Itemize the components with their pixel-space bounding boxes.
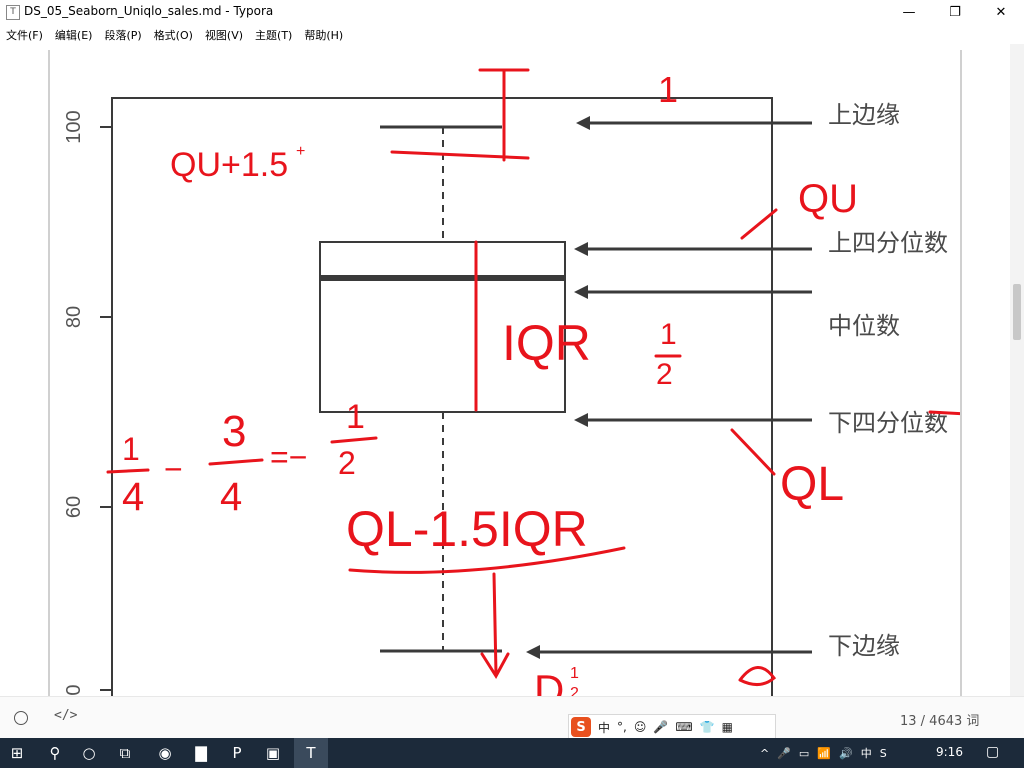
ink-half-num: 1 <box>660 318 677 351</box>
ime-emoji-icon[interactable]: ☺ <box>634 720 647 734</box>
input-language-indicator[interactable]: 中 <box>861 745 872 761</box>
vertical-scrollbar[interactable] <box>1010 44 1024 696</box>
ink-ql-formula: QL-1.5IQR <box>346 501 588 557</box>
plot-frame <box>111 97 773 696</box>
ink-frac-b-den: 4 <box>220 475 242 519</box>
menu-view[interactable]: 视图(V) <box>199 24 249 44</box>
task-view-icon[interactable]: ⧉ <box>110 738 140 768</box>
ink-ql-tick <box>730 428 776 476</box>
y-tick-label: 60 <box>63 496 85 518</box>
ime-keyboard-icon[interactable]: ⌨ <box>675 720 692 734</box>
microphone-icon[interactable]: 🎤 <box>777 747 791 760</box>
file-explorer-icon[interactable]: ▇ <box>186 738 216 768</box>
ime-toolbar: S 中 °, ☺ 🎤 ⌨ 👕 ▦ <box>568 714 776 740</box>
arrowhead <box>574 242 588 256</box>
ime-punctuation-icon[interactable]: °, <box>617 720 627 734</box>
ink-zero-circle <box>738 666 777 686</box>
ink-plus: + <box>296 143 305 160</box>
word-count[interactable]: 13 / 4643 词 <box>900 710 979 729</box>
start-icon[interactable]: ⊞ <box>0 738 34 768</box>
menu-theme[interactable]: 主题(T) <box>249 24 298 44</box>
notification-icon[interactable]: ▢ <box>986 744 999 760</box>
y-tick-label: 0 <box>63 684 85 695</box>
menu-file[interactable]: 文件(F) <box>0 24 49 44</box>
sogou-tray-icon[interactable]: S <box>880 747 887 760</box>
ink-small-frac-den: 2 <box>570 685 579 696</box>
arrowhead <box>574 413 588 427</box>
ink-half-den: 2 <box>656 358 673 391</box>
ink-frac-a-num: 1 <box>122 431 140 467</box>
ink-iqr: IQR <box>502 315 591 371</box>
ink-frac-c-bar <box>330 436 378 444</box>
menu-bar: 文件(F) 编辑(E) 段落(P) 格式(O) 视图(V) 主题(T) 帮助(H… <box>0 24 1024 44</box>
ink-qu-tick <box>740 208 778 240</box>
ink-frac-a-den: 4 <box>122 475 144 519</box>
windows-taskbar: ⊞ ⚲ ○ ⧉ ◉ ▇ P ▣ T ^ 🎤 ▭ 📶 🔊 中 S 9:16 ▢ <box>0 738 1024 768</box>
chrome-icon[interactable]: ◉ <box>150 738 180 768</box>
scrollbar-thumb[interactable] <box>1013 284 1021 340</box>
ink-frac-a-bar <box>106 468 150 474</box>
ink-qu: QU <box>798 177 858 221</box>
ink-minus: − <box>164 451 183 487</box>
boxplot-figure: 100 80 60 0 上边缘 上四分位数 中位数 下四分位数 下边缘 QU+1… <box>48 50 962 696</box>
label-median: 中位数 <box>828 312 900 340</box>
ink-one-top: 1 <box>658 69 678 110</box>
menu-help[interactable]: 帮助(H) <box>298 24 349 44</box>
search-icon[interactable]: ⚲ <box>40 738 70 768</box>
menu-edit[interactable]: 编辑(E) <box>49 24 99 44</box>
ink-zero-letter: D <box>534 666 564 696</box>
y-tick-label: 80 <box>63 306 85 328</box>
ink-ql: QL <box>780 458 844 511</box>
tray-expand-icon[interactable]: ^ <box>760 747 769 760</box>
clock[interactable]: 9:16 <box>936 745 963 759</box>
y-tick-label: 100 <box>63 110 85 143</box>
label-upper-edge: 上边缘 <box>828 101 900 129</box>
ink-equals: =− <box>270 439 307 475</box>
ink-frac-c-den: 2 <box>338 445 356 481</box>
source-mode-toggle[interactable]: </> <box>54 708 77 723</box>
ink-down-arrow <box>480 572 510 679</box>
cortana-icon[interactable]: ○ <box>74 738 104 768</box>
typora-taskbar-icon[interactable]: T <box>294 738 328 768</box>
ink-frac-b-num: 3 <box>222 407 246 456</box>
label-upper-quartile: 上四分位数 <box>828 229 948 257</box>
maximize-button[interactable]: ❐ <box>932 0 978 24</box>
menu-format[interactable]: 格式(O) <box>148 24 199 44</box>
status-bar: </> 13 / 4643 词 <box>0 696 1024 739</box>
menu-paragraph[interactable]: 段落(P) <box>98 24 147 44</box>
network-icon[interactable]: 📶 <box>817 747 831 760</box>
arrowhead <box>526 645 540 659</box>
ime-toolbox-icon[interactable]: ▦ <box>722 720 733 734</box>
window-title: DS_05_Seaborn_Uniqlo_sales.md - Typora <box>24 4 274 18</box>
sidebar-toggle-icon[interactable] <box>14 711 28 725</box>
system-tray: ^ 🎤 ▭ 📶 🔊 中 S <box>752 738 887 768</box>
ink-small-frac-num: 1 <box>570 665 579 682</box>
volume-icon[interactable]: 🔊 <box>839 747 853 760</box>
ime-voice-icon[interactable]: 🎤 <box>653 720 668 734</box>
screen-capture-icon[interactable]: ▣ <box>258 738 288 768</box>
title-bar: T DS_05_Seaborn_Uniqlo_sales.md - Typora… <box>0 0 1024 24</box>
arrowhead <box>574 285 588 299</box>
ink-bracket-top <box>390 68 530 162</box>
ink-qu-plus: QU+1.5 <box>170 146 288 184</box>
ink-frac-b-bar <box>208 458 264 466</box>
ink-frac-c-num: 1 <box>346 398 365 436</box>
sogou-logo-icon[interactable]: S <box>571 717 591 737</box>
label-lower-edge: 下边缘 <box>828 632 900 660</box>
close-button[interactable]: ✕ <box>978 0 1024 24</box>
ime-skin-icon[interactable]: 👕 <box>700 720 715 734</box>
arrowhead <box>576 116 590 130</box>
battery-icon[interactable]: ▭ <box>799 747 809 760</box>
typora-app-icon: T <box>6 5 20 20</box>
pycharm-icon[interactable]: P <box>222 738 252 768</box>
boxplot <box>100 97 812 696</box>
minimize-button[interactable]: — <box>886 0 932 24</box>
ime-language-toggle[interactable]: 中 <box>598 719 610 736</box>
